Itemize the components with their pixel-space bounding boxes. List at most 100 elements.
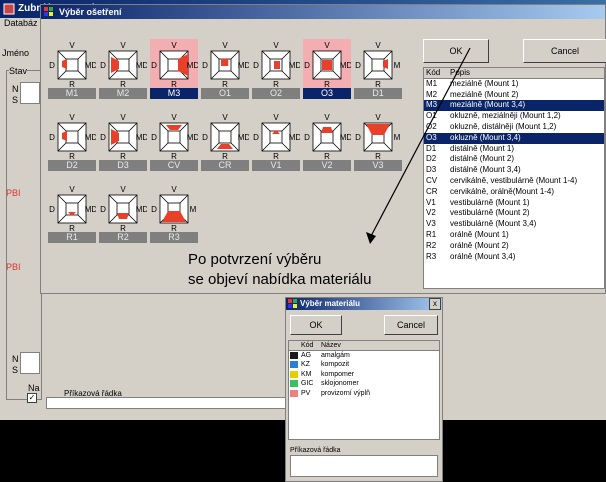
tooth-diagram-icon: VD MDR: [253, 113, 300, 161]
tooth-code-label: CR: [201, 160, 249, 171]
command-line-input[interactable]: [46, 397, 286, 409]
material-list-header: Kód Název: [289, 341, 439, 351]
material-name-header[interactable]: Název: [321, 341, 341, 351]
material-list-row[interactable]: PV provizorní výplň: [289, 389, 439, 399]
tooth-code-label: CV: [150, 160, 198, 171]
tooth-diagram-icon: VD MDR: [100, 113, 147, 161]
material-list-row[interactable]: KM kompomer: [289, 370, 439, 380]
material-color-swatch: [290, 389, 298, 397]
tooth-option[interactable]: V D MD R D2: [48, 111, 96, 171]
tooth-code-label: D2: [48, 160, 96, 171]
material-list-row[interactable]: GIC sklojonomer: [289, 379, 439, 389]
tooth-side-label: MD: [289, 61, 300, 70]
tooth-code-label: M3: [150, 88, 198, 99]
tooth-side-label: V: [171, 41, 177, 50]
tooth-side-label: D: [49, 133, 55, 142]
tooth-side-label: D: [151, 61, 157, 70]
tooth-diagram-icon: VD MDR: [304, 113, 351, 161]
tooth-side-label: MD: [238, 133, 249, 142]
tooth-side-label: D: [49, 61, 55, 70]
tooth-code-label: O1: [201, 88, 249, 99]
tooth-grid: V D MD R M1 V D MD R M2 V D MD R M3 V D MD R O1 V D MD R O2 V D MD R…: [48, 39, 402, 249]
tooth-diagram-icon: VD MDR: [49, 185, 96, 233]
tooth-option[interactable]: V D MD R M1: [48, 39, 96, 99]
tooth-option[interactable]: V D MD R M2: [99, 39, 147, 99]
cancel-button[interactable]: Cancel: [523, 39, 606, 63]
material-code: GIC: [301, 380, 314, 387]
tooth-side-label: D: [253, 61, 259, 70]
name-label: Jméno: [2, 48, 30, 58]
tooth-side-label: MD: [85, 61, 96, 70]
tooth-side-label: V: [120, 113, 126, 122]
tooth-side-label: D: [253, 133, 259, 142]
material-ok-button[interactable]: OK: [290, 315, 342, 335]
tooth-option[interactable]: V D MD R R1: [48, 183, 96, 243]
tooth-code-label: M2: [99, 88, 147, 99]
tooth-code-label: R2: [99, 232, 147, 243]
material-color-swatch: [290, 380, 298, 387]
checkbox[interactable]: ✓: [27, 393, 37, 403]
tooth-option[interactable]: V D MD R O2: [252, 39, 300, 99]
tooth-diagram-icon: VD MDR: [49, 41, 96, 89]
tooth-option[interactable]: V D MD R D3: [99, 111, 147, 171]
tooth-code-label: O2: [252, 88, 300, 99]
treatment-dialog-title: Výběr ošetření: [41, 5, 605, 19]
tooth-option[interactable]: V D MD R V2: [303, 111, 351, 171]
tooth-diagram-icon: VD MDR: [49, 113, 96, 161]
tooth-code-label: D3: [99, 160, 147, 171]
tooth-side-label: V: [222, 113, 228, 122]
stav-group: [6, 70, 42, 400]
tooth-option[interactable]: V D MD R R2: [99, 183, 147, 243]
tooth-option[interactable]: V D MD R CV: [150, 111, 198, 171]
dialog-icon: [44, 7, 54, 17]
material-list-row[interactable]: KZ kompozit: [289, 360, 439, 370]
tooth-code-label: V1: [252, 160, 300, 171]
tooth-diagram-icon: VD MDR: [100, 41, 147, 89]
tooth-diagram-icon: VD MDR: [151, 113, 198, 161]
app-icon: [3, 3, 15, 15]
material-name: kompozit: [321, 361, 350, 368]
s-label-1: S: [12, 95, 19, 105]
material-code-header[interactable]: Kód: [301, 341, 313, 351]
tooth-side-label: V: [69, 113, 75, 122]
tooth-side-label: D: [100, 133, 106, 142]
tooth-option[interactable]: V D MD R M3: [150, 39, 198, 99]
tooth-code-label: O3: [303, 88, 351, 99]
bottom-jaw-field[interactable]: [20, 352, 40, 374]
menu-databaze[interactable]: Databáz: [4, 18, 38, 28]
tooth-side-label: MD: [136, 133, 147, 142]
tooth-option[interactable]: V D M R R3: [150, 183, 198, 243]
top-jaw-field[interactable]: [20, 82, 40, 104]
tooth-side-label: V: [273, 113, 279, 122]
tooth-diagram-icon: VD MDR: [202, 113, 249, 161]
tooth-option[interactable]: V D MD R CR: [201, 111, 249, 171]
pbi-label-1: PBI: [6, 188, 21, 198]
tooth-option[interactable]: V D MD R V1: [252, 111, 300, 171]
tooth-side-label: D: [151, 133, 157, 142]
tooth-side-label: D: [304, 61, 310, 70]
material-list-row[interactable]: AG amalgám: [289, 351, 439, 361]
tooth-option[interactable]: V D MD R O1: [201, 39, 249, 99]
material-color-swatch: [290, 370, 298, 378]
tooth-code-label: R3: [150, 232, 198, 243]
material-color-swatch: [290, 361, 298, 368]
material-close-icon[interactable]: x: [429, 298, 441, 310]
tooth-side-label: MD: [238, 61, 249, 70]
material-name: kompomer: [321, 370, 355, 378]
material-command-input[interactable]: [290, 455, 438, 477]
material-cancel-button[interactable]: Cancel: [384, 315, 438, 335]
tooth-side-label: MD: [85, 133, 96, 142]
tooth-side-label: MD: [136, 61, 147, 70]
material-code: PV: [301, 389, 311, 397]
s-label-2: S: [12, 365, 19, 375]
tooth-side-label: D: [151, 205, 157, 214]
material-list[interactable]: Kód Název AG amalgám KZ kompozit KM kompomer G…: [288, 340, 440, 440]
tooth-side-label: V: [120, 41, 126, 50]
n-label-2: N: [12, 354, 19, 364]
tooth-option[interactable]: V D MD R O3: [303, 39, 351, 99]
tooth-side-label: MD: [187, 61, 198, 70]
tooth-side-label: V: [273, 41, 279, 50]
tooth-side-label: MD: [289, 133, 300, 142]
material-dialog-title: Výběr materiálu: [286, 298, 442, 310]
tooth-side-label: V: [324, 41, 330, 50]
